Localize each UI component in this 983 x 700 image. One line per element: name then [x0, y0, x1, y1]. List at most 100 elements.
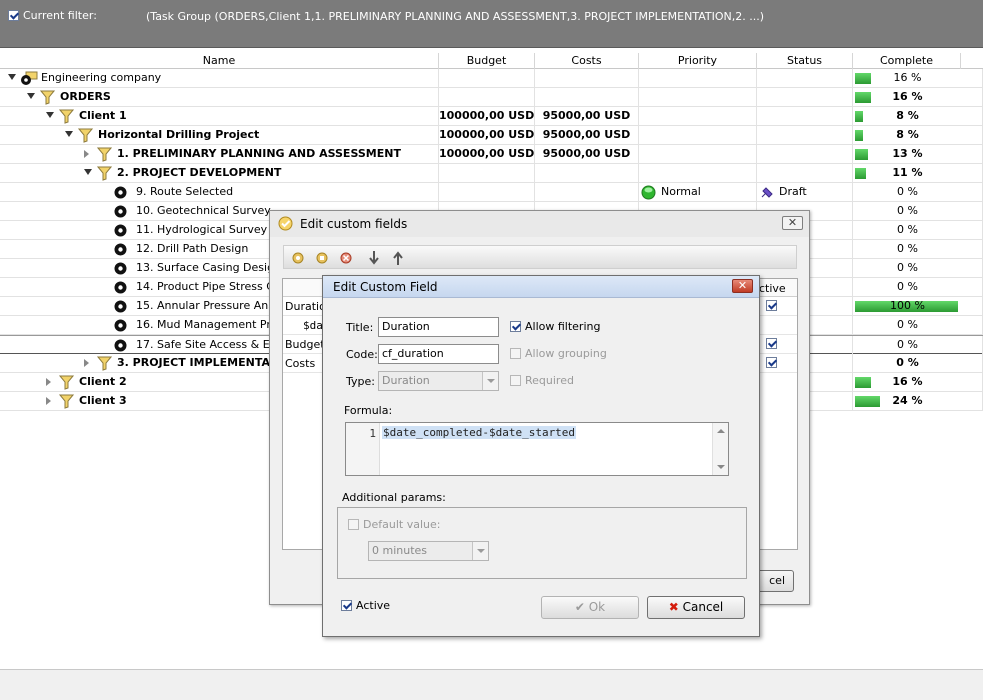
complete-progress: 0 % — [855, 354, 960, 373]
row-name: 14. Product Pipe Stress Calc — [136, 280, 290, 293]
col-header-costs[interactable]: Costs — [535, 53, 639, 69]
complete-progress: 0 % — [855, 240, 960, 259]
scroll-up-icon[interactable] — [717, 429, 725, 433]
checkbox-box[interactable] — [341, 599, 352, 611]
collapse-arrow-icon[interactable] — [46, 397, 51, 405]
costs-cell: 95000,00 USD — [535, 126, 639, 145]
budget-cell — [439, 183, 535, 202]
allow-filtering-checkbox[interactable]: Allow filtering — [510, 320, 600, 333]
budget-cell: 100000,00 USD — [439, 126, 535, 145]
title-input[interactable]: Duration — [378, 317, 499, 337]
required-checkbox[interactable]: Required — [510, 374, 574, 387]
budget-cell: 100000,00 USD — [439, 145, 535, 164]
close-button[interactable]: ✕ — [732, 279, 753, 293]
complete-percent: 24 % — [892, 394, 923, 407]
collapse-arrow-icon[interactable] — [84, 359, 89, 367]
default-value-select[interactable]: 0 minutes — [368, 541, 489, 561]
col-header-budget[interactable]: Budget — [439, 53, 535, 69]
complete-percent: 0 % — [897, 223, 918, 236]
allow-grouping-label: Allow grouping — [525, 347, 607, 360]
col-header-priority[interactable]: Priority — [639, 53, 757, 69]
table-row[interactable]: 2. PROJECT DEVELOPMENT 11 % — [0, 164, 983, 183]
col-header-complete[interactable]: Complete — [853, 53, 961, 69]
col-header-name[interactable]: Name — [0, 53, 439, 69]
col-header-status[interactable]: Status — [757, 53, 853, 69]
table-row[interactable]: 9. Route Selected Normal Draft 0 % — [0, 183, 983, 202]
checkbox-box[interactable] — [510, 320, 521, 332]
expand-arrow-icon[interactable] — [84, 169, 92, 175]
costs-cell: 95000,00 USD — [535, 107, 639, 126]
list-item-active-checkbox[interactable] — [766, 338, 777, 349]
name-cell: Horizontal Drilling Project — [0, 126, 439, 145]
spacer-cell — [961, 373, 983, 392]
additional-params-group: Default value: 0 minutes — [337, 507, 747, 579]
row-name: Client 2 — [79, 375, 127, 388]
code-input[interactable]: cf_duration — [378, 344, 499, 364]
filter-group-icon — [77, 128, 94, 143]
table-row[interactable]: 1. PRELIMINARY PLANNING AND ASSESSMENT 10… — [0, 145, 983, 164]
complete-progress: 0 % — [855, 336, 960, 355]
complete-percent: 16 % — [893, 71, 922, 84]
spacer-cell — [961, 69, 983, 88]
formula-editor[interactable]: 1 $date_completed-$date_started — [345, 422, 729, 476]
spacer-cell — [961, 240, 983, 259]
list-item-label: Costs — [285, 357, 316, 370]
complete-percent: 11 % — [892, 166, 923, 179]
spacer-cell — [961, 145, 983, 164]
active-checkbox[interactable]: Active — [341, 599, 390, 612]
edit-custom-field-dialog: Edit Custom Field ✕ Title: Duration Code… — [322, 275, 760, 637]
move-up-icon[interactable] — [392, 249, 404, 267]
row-name: 13. Surface Casing Design — [136, 261, 282, 274]
checkbox-box[interactable] — [510, 347, 521, 359]
status-bar — [0, 669, 983, 700]
required-label: Required — [525, 374, 574, 387]
default-value-checkbox[interactable]: Default value: — [348, 518, 440, 531]
formula-code[interactable]: $date_completed-$date_started — [382, 426, 577, 439]
complete-progress: 8 % — [855, 107, 960, 126]
collapse-arrow-icon[interactable] — [84, 150, 89, 158]
cancel-button[interactable]: ✖ Cancel — [647, 596, 745, 619]
budget-cell — [439, 69, 535, 88]
table-row[interactable]: Client 1 100000,00 USD 95000,00 USD 8 % — [0, 107, 983, 126]
complete-progress: 11 % — [855, 164, 960, 183]
ok-button[interactable]: ✔ Ok — [541, 596, 639, 619]
formula-scrollbar[interactable] — [712, 423, 728, 475]
line-number: 1 — [369, 427, 376, 440]
scroll-down-icon[interactable] — [717, 465, 725, 469]
dialog-title: Edit Custom Field — [333, 280, 438, 294]
expand-arrow-icon[interactable] — [46, 112, 54, 118]
spacer-cell — [961, 202, 983, 221]
list-item-active-checkbox[interactable] — [766, 300, 777, 311]
company-icon — [20, 71, 38, 86]
complete-percent: 0 % — [897, 261, 918, 274]
collapse-arrow-icon[interactable] — [46, 378, 51, 386]
complete-progress: 0 % — [855, 278, 960, 297]
table-row[interactable]: ORDERS 16 % — [0, 88, 983, 107]
name-cell: Client 1 — [0, 107, 439, 126]
current-filter-checkbox[interactable] — [8, 10, 19, 21]
table-row[interactable]: Horizontal Drilling Project 100000,00 USD… — [0, 126, 983, 145]
expand-arrow-icon[interactable] — [65, 131, 73, 137]
checkbox-box[interactable] — [510, 374, 521, 386]
allow-grouping-checkbox[interactable]: Allow grouping — [510, 347, 607, 360]
delete-field-icon[interactable] — [338, 250, 354, 266]
costs-cell — [535, 164, 639, 183]
spacer-cell — [961, 278, 983, 297]
edit-field-icon[interactable] — [314, 250, 330, 266]
add-field-icon[interactable] — [290, 250, 306, 266]
close-button[interactable]: ✕ — [782, 216, 803, 230]
check-icon: ✔ — [574, 600, 585, 614]
row-name: Client 3 — [79, 394, 127, 407]
expand-arrow-icon[interactable] — [8, 74, 16, 80]
task-icon — [113, 280, 128, 295]
current-filter-label: Current filter: — [23, 9, 97, 22]
table-row[interactable]: Engineering company 16 % — [0, 69, 983, 88]
checkbox-box[interactable] — [348, 518, 359, 530]
status-label: Draft — [779, 185, 807, 198]
dialog-titlebar: Edit custom fields ✕ — [270, 211, 809, 237]
task-icon — [113, 318, 128, 333]
list-item-active-checkbox[interactable] — [766, 357, 777, 368]
expand-arrow-icon[interactable] — [27, 93, 35, 99]
type-select[interactable]: Duration — [378, 371, 499, 391]
move-down-icon[interactable] — [368, 249, 380, 267]
